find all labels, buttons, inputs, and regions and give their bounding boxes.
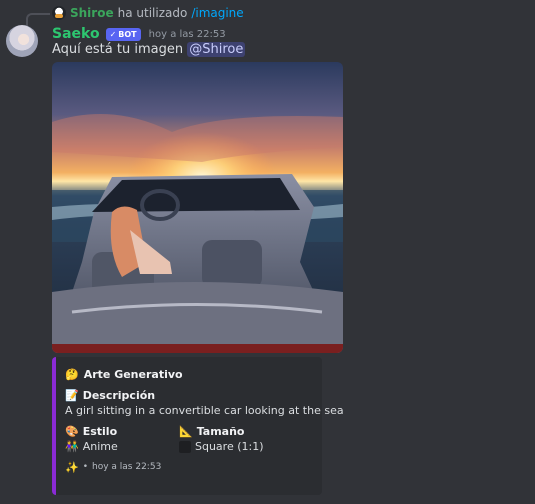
- size-value: Square (1:1): [179, 439, 293, 454]
- style-label-text: Estilo: [82, 425, 118, 438]
- bot-badge: ✓ BOT: [105, 27, 141, 41]
- palette-icon: 🎨: [65, 425, 79, 438]
- author-avatar[interactable]: [6, 25, 38, 57]
- generated-image[interactable]: [52, 62, 343, 353]
- footer-timestamp: hoy a las 22:53: [92, 462, 162, 472]
- triangular-ruler-icon: 📐: [179, 425, 193, 438]
- size-label: 📐 Tamaño: [179, 424, 293, 439]
- author-name[interactable]: Saeko: [52, 26, 100, 42]
- bot-badge-label: BOT: [118, 29, 137, 39]
- reply-context[interactable]: Shiroe ha utilizado /imagine: [52, 5, 244, 21]
- reply-command[interactable]: /imagine: [191, 6, 243, 20]
- message-text: Aquí está tu imagen: [52, 42, 184, 57]
- size-value-text: Square (1:1): [195, 440, 264, 453]
- description-label-text: Descripción: [82, 389, 156, 402]
- embed-footer: ✨ • hoy a las 22:53: [65, 460, 310, 474]
- checkmark-icon: ✓: [109, 29, 117, 39]
- description-field: 📝 Descripción A girl sitting in a conver…: [65, 388, 344, 418]
- embed-title-text: Arte Generativo: [83, 367, 183, 381]
- embed-title: 🤔 Arte Generativo: [65, 366, 310, 382]
- reply-username[interactable]: Shiroe: [70, 6, 114, 20]
- memo-icon: 📝: [65, 389, 79, 402]
- style-value-text: Anime: [82, 440, 118, 453]
- size-field: 📐 Tamaño Square (1:1): [179, 424, 293, 454]
- sparkles-icon: ✨: [65, 460, 79, 474]
- reply-action-text: ha utilizado: [117, 6, 188, 20]
- footer-separator: •: [82, 462, 89, 472]
- style-field: 🎨 Estilo 👫 Anime: [65, 424, 179, 454]
- reply-avatar[interactable]: [52, 6, 66, 20]
- description-label: 📝 Descripción: [65, 388, 310, 403]
- result-embed: 🤔 Arte Generativo 📝 Descripción A girl s…: [52, 357, 344, 495]
- embed-fields-row: 🎨 Estilo 👫 Anime 📐 Tamaño Square (1:1): [65, 424, 310, 454]
- size-label-text: Tamaño: [196, 425, 245, 438]
- message-timestamp[interactable]: hoy a las 22:53: [149, 29, 226, 40]
- message-header: Saeko ✓ BOT hoy a las 22:53: [52, 25, 226, 43]
- reply-spine: [26, 13, 50, 26]
- square-icon: [179, 440, 191, 453]
- style-value: 👫 Anime: [65, 439, 179, 454]
- people-icon: 👫: [65, 440, 79, 453]
- message-content: Aquí está tu imagen @Shiroe: [52, 42, 246, 57]
- description-value: A girl sitting in a convertible car look…: [65, 404, 344, 417]
- thinking-face-icon: 🤔: [65, 367, 79, 381]
- user-mention[interactable]: @Shiroe: [187, 42, 246, 57]
- style-label: 🎨 Estilo: [65, 424, 179, 439]
- image-illustration: [52, 114, 343, 353]
